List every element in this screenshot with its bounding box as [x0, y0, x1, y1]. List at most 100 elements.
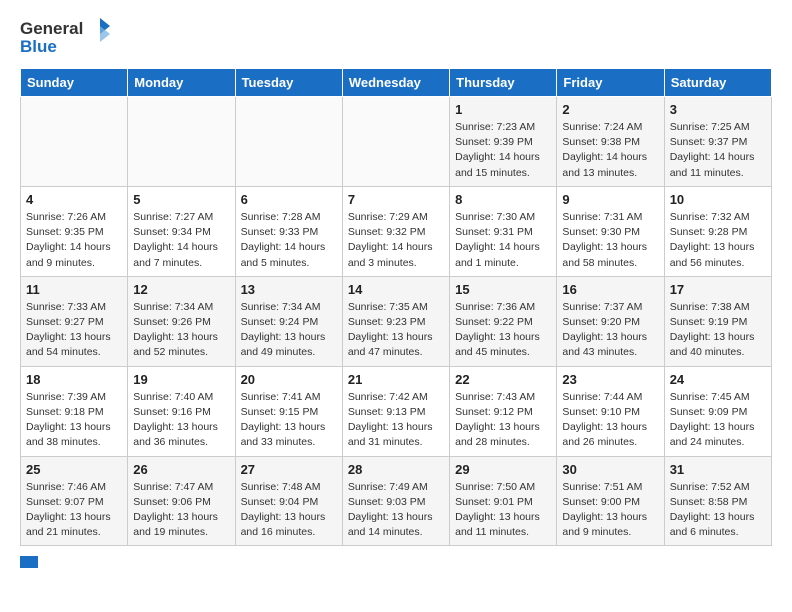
calendar-cell: 29Sunrise: 7:50 AMSunset: 9:01 PMDayligh…: [450, 456, 557, 546]
day-number: 2: [562, 102, 658, 117]
week-row-2: 4 Sunrise: 7:26 AMSunset: 9:35 PMDaylight…: [21, 186, 772, 276]
day-number: 25: [26, 462, 122, 477]
col-header-friday: Friday: [557, 69, 664, 97]
week-row-5: 25 Sunrise: 7:46 AMSunset: 9:07 PMDayligh…: [21, 456, 772, 546]
calendar-cell: 5 Sunrise: 7:27 AMSunset: 9:34 PMDaylight…: [128, 186, 235, 276]
day-info: Sunrise: 7:28 AMSunset: 9:33 PMDaylight:…: [241, 210, 337, 271]
calendar-cell: 24 Sunrise: 7:45 AMSunset: 9:09 PMDayligh…: [664, 366, 771, 456]
day-info: Sunrise: 7:34 AMSunset: 9:26 PMDaylight:…: [133, 300, 229, 361]
day-info: Sunrise: 7:36 AMSunset: 9:22 PMDaylight:…: [455, 300, 551, 361]
day-info: Sunrise: 7:44 AMSunset: 9:10 PMDaylight:…: [562, 390, 658, 451]
day-number: 1: [455, 102, 551, 117]
day-number: 12: [133, 282, 229, 297]
calendar-cell: 11 Sunrise: 7:33 AMSunset: 9:27 PMDayligh…: [21, 276, 128, 366]
calendar-cell: 6 Sunrise: 7:28 AMSunset: 9:33 PMDaylight…: [235, 186, 342, 276]
svg-text:Blue: Blue: [20, 37, 57, 54]
col-header-sunday: Sunday: [21, 69, 128, 97]
day-info: Sunrise: 7:37 AMSunset: 9:20 PMDaylight:…: [562, 300, 658, 361]
calendar-cell: 26Sunrise: 7:47 AMSunset: 9:06 PMDayligh…: [128, 456, 235, 546]
calendar-cell: 18 Sunrise: 7:39 AMSunset: 9:18 PMDayligh…: [21, 366, 128, 456]
day-info: Sunrise: 7:39 AMSunset: 9:18 PMDaylight:…: [26, 390, 122, 451]
day-number: 4: [26, 192, 122, 207]
calendar-cell: 9 Sunrise: 7:31 AMSunset: 9:30 PMDaylight…: [557, 186, 664, 276]
day-info: Sunrise: 7:40 AMSunset: 9:16 PMDaylight:…: [133, 390, 229, 451]
svg-text:General: General: [20, 19, 83, 38]
calendar-cell: [21, 97, 128, 187]
day-info: Sunrise: 7:43 AMSunset: 9:12 PMDaylight:…: [455, 390, 551, 451]
day-number: 18: [26, 372, 122, 387]
calendar-body: 1 Sunrise: 7:23 AMSunset: 9:39 PMDaylight…: [21, 97, 772, 546]
header: General Blue: [20, 16, 772, 54]
day-number: 24: [670, 372, 766, 387]
day-info: Sunrise: 7:24 AMSunset: 9:38 PMDaylight:…: [562, 120, 658, 181]
day-info: Sunrise: 7:31 AMSunset: 9:30 PMDaylight:…: [562, 210, 658, 271]
calendar-cell: 28 Sunrise: 7:49 AMSunset: 9:03 PMDayligh…: [342, 456, 449, 546]
day-info: Sunrise: 7:27 AMSunset: 9:34 PMDaylight:…: [133, 210, 229, 271]
legend-swatch: [20, 556, 38, 568]
header-row: SundayMondayTuesdayWednesdayThursdayFrid…: [21, 69, 772, 97]
day-number: 28: [348, 462, 444, 477]
calendar-cell: 15Sunrise: 7:36 AMSunset: 9:22 PMDayligh…: [450, 276, 557, 366]
calendar-cell: 27Sunrise: 7:48 AMSunset: 9:04 PMDayligh…: [235, 456, 342, 546]
day-number: 5: [133, 192, 229, 207]
calendar-cell: 7 Sunrise: 7:29 AMSunset: 9:32 PMDaylight…: [342, 186, 449, 276]
calendar-cell: 12 Sunrise: 7:34 AMSunset: 9:26 PMDayligh…: [128, 276, 235, 366]
day-number: 20: [241, 372, 337, 387]
day-info: Sunrise: 7:42 AMSunset: 9:13 PMDaylight:…: [348, 390, 444, 451]
calendar-cell: 21 Sunrise: 7:42 AMSunset: 9:13 PMDayligh…: [342, 366, 449, 456]
day-number: 17: [670, 282, 766, 297]
calendar-cell: [128, 97, 235, 187]
day-info: Sunrise: 7:38 AMSunset: 9:19 PMDaylight:…: [670, 300, 766, 361]
day-info: Sunrise: 7:30 AMSunset: 9:31 PMDaylight:…: [455, 210, 551, 271]
calendar-cell: 14Sunrise: 7:35 AMSunset: 9:23 PMDayligh…: [342, 276, 449, 366]
calendar-cell: [235, 97, 342, 187]
calendar-cell: 4 Sunrise: 7:26 AMSunset: 9:35 PMDaylight…: [21, 186, 128, 276]
week-row-1: 1 Sunrise: 7:23 AMSunset: 9:39 PMDaylight…: [21, 97, 772, 187]
calendar-cell: 20 Sunrise: 7:41 AMSunset: 9:15 PMDayligh…: [235, 366, 342, 456]
calendar-cell: 22 Sunrise: 7:43 AMSunset: 9:12 PMDayligh…: [450, 366, 557, 456]
calendar-cell: 13 Sunrise: 7:34 AMSunset: 9:24 PMDayligh…: [235, 276, 342, 366]
day-info: Sunrise: 7:32 AMSunset: 9:28 PMDaylight:…: [670, 210, 766, 271]
day-info: Sunrise: 7:25 AMSunset: 9:37 PMDaylight:…: [670, 120, 766, 181]
week-row-4: 18 Sunrise: 7:39 AMSunset: 9:18 PMDayligh…: [21, 366, 772, 456]
calendar-cell: 3Sunrise: 7:25 AMSunset: 9:37 PMDaylight…: [664, 97, 771, 187]
calendar-cell: 30Sunrise: 7:51 AMSunset: 9:00 PMDayligh…: [557, 456, 664, 546]
day-info: Sunrise: 7:49 AMSunset: 9:03 PMDaylight:…: [348, 480, 444, 541]
day-number: 6: [241, 192, 337, 207]
day-info: Sunrise: 7:46 AMSunset: 9:07 PMDaylight:…: [26, 480, 122, 541]
day-number: 10: [670, 192, 766, 207]
legend: [20, 556, 772, 568]
day-info: Sunrise: 7:35 AMSunset: 9:23 PMDaylight:…: [348, 300, 444, 361]
day-number: 26: [133, 462, 229, 477]
col-header-tuesday: Tuesday: [235, 69, 342, 97]
col-header-thursday: Thursday: [450, 69, 557, 97]
calendar-cell: 2 Sunrise: 7:24 AMSunset: 9:38 PMDaylight…: [557, 97, 664, 187]
day-info: Sunrise: 7:45 AMSunset: 9:09 PMDaylight:…: [670, 390, 766, 451]
day-info: Sunrise: 7:41 AMSunset: 9:15 PMDaylight:…: [241, 390, 337, 451]
calendar-cell: 16Sunrise: 7:37 AMSunset: 9:20 PMDayligh…: [557, 276, 664, 366]
calendar-cell: 1 Sunrise: 7:23 AMSunset: 9:39 PMDaylight…: [450, 97, 557, 187]
day-info: Sunrise: 7:33 AMSunset: 9:27 PMDaylight:…: [26, 300, 122, 361]
calendar-cell: 19Sunrise: 7:40 AMSunset: 9:16 PMDayligh…: [128, 366, 235, 456]
day-info: Sunrise: 7:51 AMSunset: 9:00 PMDaylight:…: [562, 480, 658, 541]
day-number: 13: [241, 282, 337, 297]
logo: General Blue: [20, 16, 110, 54]
day-info: Sunrise: 7:34 AMSunset: 9:24 PMDaylight:…: [241, 300, 337, 361]
day-number: 23: [562, 372, 658, 387]
day-number: 11: [26, 282, 122, 297]
day-number: 9: [562, 192, 658, 207]
calendar-cell: 25 Sunrise: 7:46 AMSunset: 9:07 PMDayligh…: [21, 456, 128, 546]
calendar-header: SundayMondayTuesdayWednesdayThursdayFrid…: [21, 69, 772, 97]
calendar-cell: 8Sunrise: 7:30 AMSunset: 9:31 PMDaylight…: [450, 186, 557, 276]
day-info: Sunrise: 7:29 AMSunset: 9:32 PMDaylight:…: [348, 210, 444, 271]
day-number: 21: [348, 372, 444, 387]
day-info: Sunrise: 7:23 AMSunset: 9:39 PMDaylight:…: [455, 120, 551, 181]
day-info: Sunrise: 7:48 AMSunset: 9:04 PMDaylight:…: [241, 480, 337, 541]
calendar-cell: [342, 97, 449, 187]
day-info: Sunrise: 7:52 AMSunset: 8:58 PMDaylight:…: [670, 480, 766, 541]
day-info: Sunrise: 7:26 AMSunset: 9:35 PMDaylight:…: [26, 210, 122, 271]
day-number: 7: [348, 192, 444, 207]
day-number: 22: [455, 372, 551, 387]
calendar-cell: 23 Sunrise: 7:44 AMSunset: 9:10 PMDayligh…: [557, 366, 664, 456]
calendar-cell: 31Sunrise: 7:52 AMSunset: 8:58 PMDayligh…: [664, 456, 771, 546]
